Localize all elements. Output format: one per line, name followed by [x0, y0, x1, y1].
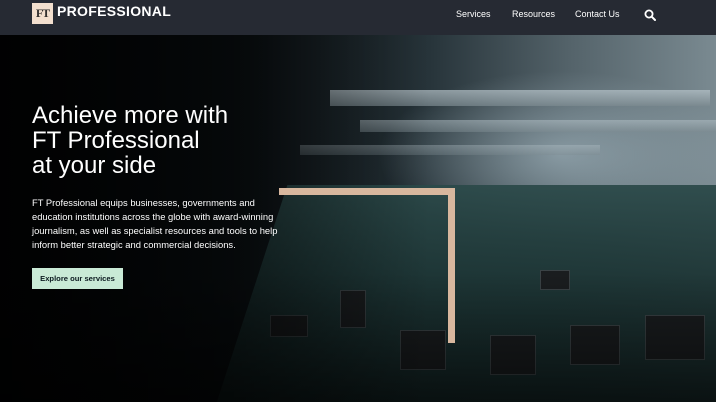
hero-description: FT Professional equips businesses, gover… [32, 197, 278, 250]
ft-professional-logo[interactable]: FT PROFESSIONAL [32, 3, 171, 24]
site-header: FT PROFESSIONAL Services Resources Conta… [0, 0, 716, 35]
explore-services-button[interactable]: Explore our services [32, 268, 123, 289]
logo-text: PROFESSIONAL [57, 3, 172, 19]
accent-frame [279, 188, 455, 343]
nav-resources[interactable]: Resources [512, 9, 555, 19]
nav-services[interactable]: Services [456, 9, 491, 19]
hero-title-line: Achieve more with [32, 102, 229, 129]
hero-title: Achieve more with FT Professional at you… [32, 103, 262, 178]
hero-title-line: at your side [32, 152, 157, 179]
search-icon[interactable] [644, 8, 656, 21]
nav-contact-us[interactable]: Contact Us [575, 9, 620, 19]
hero-title-line: FT Professional [32, 127, 200, 154]
ft-logo-mark: FT [32, 3, 53, 24]
